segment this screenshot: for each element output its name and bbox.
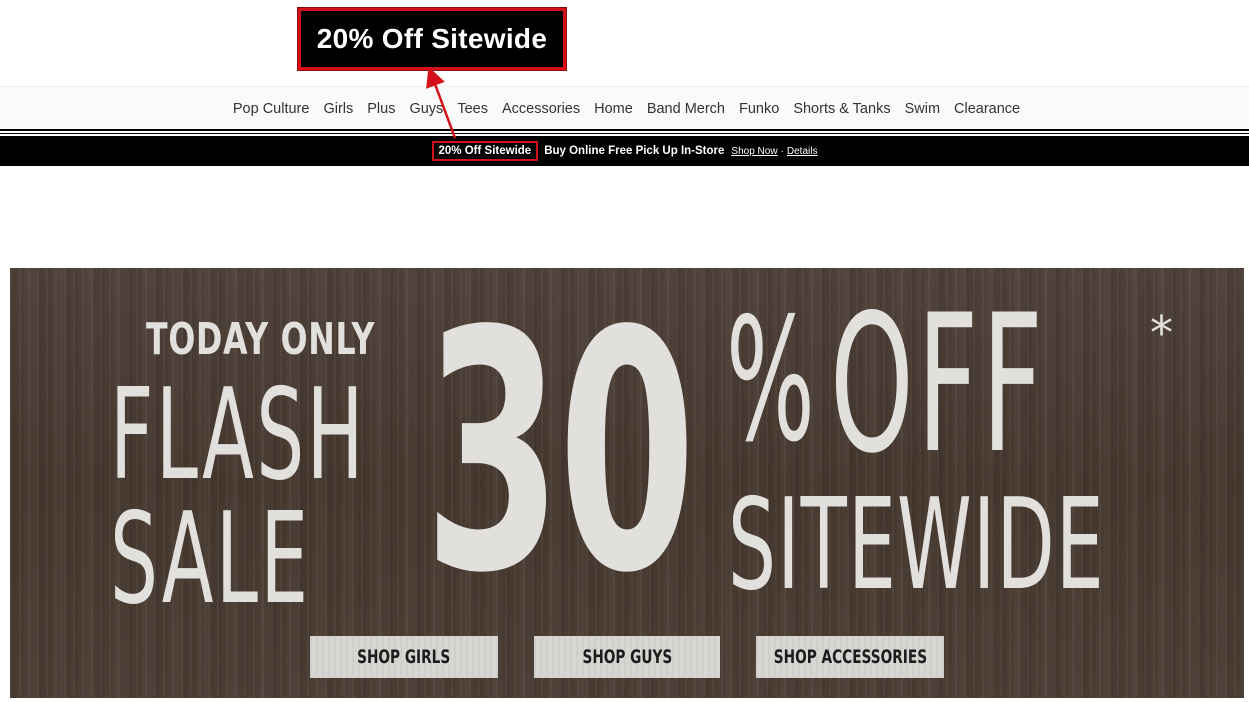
nav-item-girls[interactable]: Girls <box>316 101 360 117</box>
off-text: OFF <box>830 274 1047 495</box>
promo-bar: 20% Off Sitewide Buy Online Free Pick Up… <box>0 136 1249 166</box>
top-navigation: Pop Culture Girls Plus Guys Tees Accesso… <box>0 86 1249 130</box>
promo-highlight-badge: 20% Off Sitewide <box>431 141 539 161</box>
shop-guys-label: SHOP GUYS <box>582 646 672 668</box>
nav-divider-thin <box>0 133 1249 134</box>
promo-message: Buy Online Free Pick Up In-Store <box>544 145 725 157</box>
flash-sale-banner[interactable]: TODAY ONLY FLASH SALE 30 % OFF * SITEWID… <box>10 268 1244 698</box>
promo-separator: · <box>780 145 784 157</box>
shop-guys-button[interactable]: SHOP GUYS <box>534 636 720 678</box>
nav-item-pop-culture[interactable]: Pop Culture <box>226 101 317 117</box>
nav-item-guys[interactable]: Guys <box>402 101 450 117</box>
sale-text: SALE <box>110 485 311 632</box>
shop-girls-label: SHOP GIRLS <box>357 646 451 668</box>
nav-item-shorts-tanks[interactable]: Shorts & Tanks <box>786 101 897 117</box>
asterisk-text: * <box>1150 306 1173 360</box>
nav-item-swim[interactable]: Swim <box>898 101 947 117</box>
nav-item-plus[interactable]: Plus <box>360 101 402 117</box>
details-link[interactable]: Details <box>787 146 818 157</box>
percent-sign: % <box>726 282 815 480</box>
nav-divider <box>0 129 1249 132</box>
nav-item-accessories[interactable]: Accessories <box>495 101 587 117</box>
nav-item-band-merch[interactable]: Band Merch <box>640 101 732 117</box>
flash-text: FLASH <box>110 361 366 508</box>
shop-now-link[interactable]: Shop Now <box>731 146 777 157</box>
nav-item-clearance[interactable]: Clearance <box>947 101 1027 117</box>
shop-girls-button[interactable]: SHOP GIRLS <box>310 636 498 678</box>
shop-accessories-label: SHOP ACCESSORIES <box>773 646 927 668</box>
nav-item-funko[interactable]: Funko <box>732 101 786 117</box>
nav-item-home[interactable]: Home <box>587 101 640 117</box>
shop-accessories-button[interactable]: SHOP ACCESSORIES <box>756 636 944 678</box>
today-only-text: TODAY ONLY <box>146 314 376 365</box>
annotation-callout-text: 20% Off Sitewide <box>316 23 548 54</box>
sitewide-text: SITEWIDE <box>728 471 1105 618</box>
nav-item-tees[interactable]: Tees <box>450 101 495 117</box>
discount-number: 30 <box>424 268 696 645</box>
annotation-callout: 20% Off Sitewide <box>298 8 566 70</box>
